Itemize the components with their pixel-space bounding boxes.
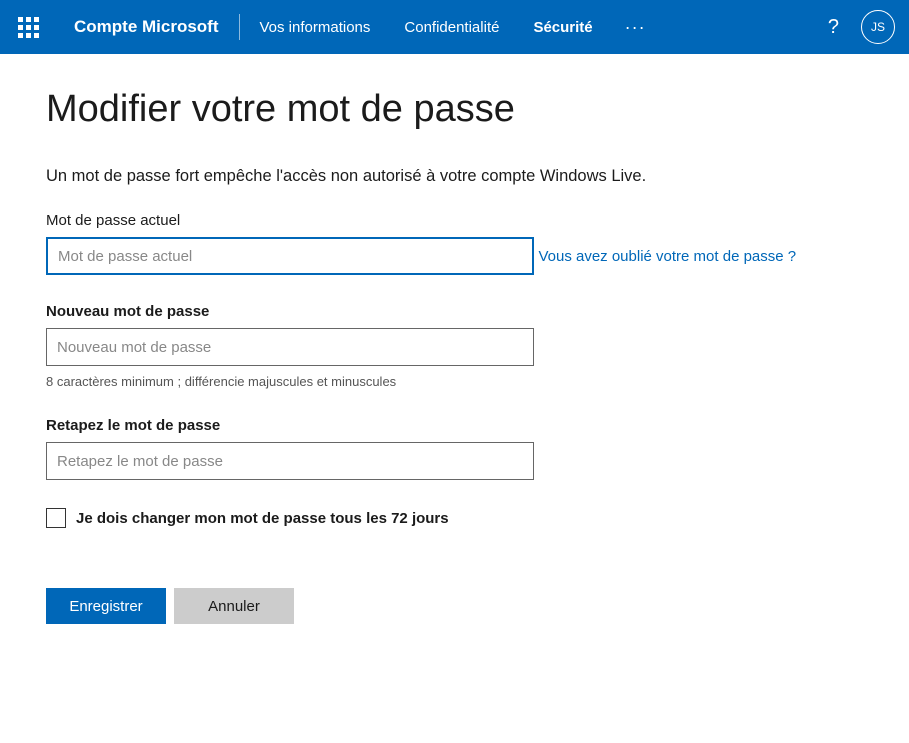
new-password-input[interactable] (46, 328, 534, 366)
expire-checkbox-label: Je dois changer mon mot de passe tous le… (76, 510, 449, 527)
help-icon[interactable]: ? (828, 16, 839, 39)
new-password-label: Nouveau mot de passe (46, 303, 820, 320)
nav-more-icon[interactable]: ··· (625, 17, 646, 38)
retype-password-label: Retapez le mot de passe (46, 417, 820, 434)
brand-title[interactable]: Compte Microsoft (74, 17, 219, 37)
expire-checkbox-row: Je dois changer mon mot de passe tous le… (46, 508, 820, 528)
expire-checkbox[interactable] (46, 508, 66, 528)
page-subtitle: Un mot de passe fort empêche l'accès non… (46, 167, 820, 186)
button-row: Enregistrer Annuler (46, 588, 820, 624)
save-button[interactable]: Enregistrer (46, 588, 166, 624)
new-password-group: Nouveau mot de passe 8 caractères minimu… (46, 303, 820, 389)
forgot-password-link[interactable]: Vous avez oublié votre mot de passe ? (538, 248, 796, 265)
page-title: Modifier votre mot de passe (46, 88, 820, 131)
current-password-input[interactable] (46, 237, 534, 275)
retype-password-group: Retapez le mot de passe (46, 417, 820, 480)
avatar[interactable]: JS (861, 10, 895, 44)
top-header: Compte Microsoft Vos informations Confid… (0, 0, 909, 54)
app-launcher-icon[interactable] (14, 13, 42, 41)
primary-nav: Vos informations Confidentialité Sécurit… (260, 19, 593, 36)
nav-privacy[interactable]: Confidentialité (404, 19, 499, 36)
current-password-group: Mot de passe actuel Vous avez oublié vot… (46, 212, 820, 275)
nav-security[interactable]: Sécurité (533, 19, 592, 36)
retype-password-input[interactable] (46, 442, 534, 480)
cancel-button[interactable]: Annuler (174, 588, 294, 624)
current-password-label: Mot de passe actuel (46, 212, 820, 229)
header-divider (239, 14, 240, 40)
nav-your-info[interactable]: Vos informations (260, 19, 371, 36)
new-password-hint: 8 caractères minimum ; différencie majus… (46, 374, 820, 389)
main-content: Modifier votre mot de passe Un mot de pa… (0, 54, 820, 624)
